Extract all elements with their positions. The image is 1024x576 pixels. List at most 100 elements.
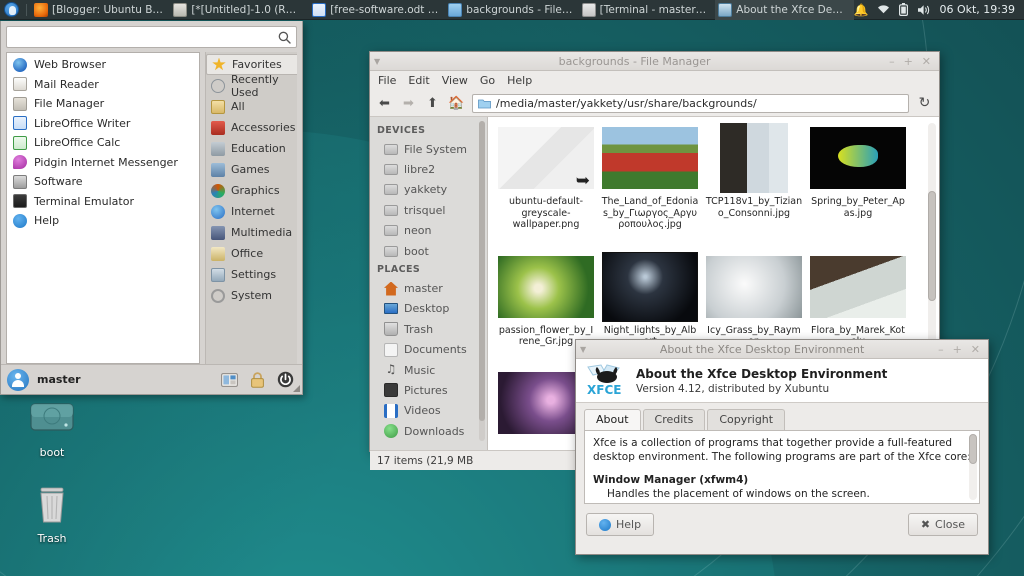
sidebar-device-libre2[interactable]: libre2 xyxy=(370,159,487,179)
minimize-button[interactable]: – xyxy=(889,55,895,68)
file-item[interactable]: TCP118v1_by_Tiziano_Consonni.jpg xyxy=(702,123,806,239)
sidebar-place-desktop[interactable]: Desktop xyxy=(370,299,487,319)
menu-category-recently-used[interactable]: Recently Used xyxy=(206,75,297,96)
task-button-file-manager[interactable]: backgrounds - File Manager xyxy=(445,0,578,20)
sidebar-place-master[interactable]: master xyxy=(370,278,487,298)
volume-icon[interactable] xyxy=(917,4,931,16)
maximize-button[interactable]: + xyxy=(953,343,962,356)
menu-category-accessories[interactable]: Accessories xyxy=(206,117,297,138)
firefox-icon xyxy=(34,3,48,17)
menu-app-web-browser[interactable]: Web Browser xyxy=(7,55,199,75)
menu-app-libreoffice-calc[interactable]: LibreOffice Calc xyxy=(7,133,199,153)
about-pane-scrollbar[interactable] xyxy=(969,434,977,500)
menu-app-help[interactable]: Help xyxy=(7,211,199,231)
help-button[interactable]: Help xyxy=(586,513,654,536)
sidebar-place-pictures[interactable]: Pictures xyxy=(370,380,487,400)
menu-category-graphics[interactable]: Graphics xyxy=(206,180,297,201)
help-icon xyxy=(13,214,27,228)
menu-category-office[interactable]: Office xyxy=(206,243,297,264)
menu-category-internet[interactable]: Internet xyxy=(206,201,297,222)
menu-app-file-manager[interactable]: File Manager xyxy=(7,94,199,114)
back-button[interactable]: ⬅ xyxy=(376,96,393,111)
sidebar-device-yakkety[interactable]: yakkety xyxy=(370,180,487,200)
wifi-icon[interactable] xyxy=(877,4,890,15)
file-manager-titlebar[interactable]: ▼ backgrounds - File Manager – + ✕ xyxy=(370,52,939,71)
home-button[interactable]: 🏠 xyxy=(448,96,465,111)
whisker-menu-button[interactable] xyxy=(0,0,22,20)
menu-category-label: Education xyxy=(231,142,286,155)
task-button-terminal[interactable]: [Terminal - master@maste... xyxy=(579,0,716,20)
menu-edit[interactable]: Edit xyxy=(408,74,429,87)
help-icon xyxy=(599,519,611,531)
sidebar-device-boot[interactable]: boot xyxy=(370,241,487,261)
sidebar-place-trash[interactable]: Trash xyxy=(370,319,487,339)
desktop-icon-trash[interactable]: Trash xyxy=(9,482,95,545)
desktop-icon-boot[interactable]: boot xyxy=(9,398,95,459)
tab-about[interactable]: About xyxy=(584,409,641,430)
sidebar-place-videos[interactable]: Videos xyxy=(370,401,487,421)
avatar[interactable] xyxy=(7,369,29,391)
switch-user-button[interactable] xyxy=(219,371,239,389)
file-thumbnail xyxy=(602,123,698,193)
forward-button[interactable]: ➡ xyxy=(400,96,417,111)
sidebar-item-label: yakkety xyxy=(404,183,447,196)
menu-view[interactable]: View xyxy=(442,74,468,87)
sidebar-device-file-system[interactable]: File System xyxy=(370,139,487,159)
menu-app-libreoffice-writer[interactable]: LibreOffice Writer xyxy=(7,114,199,134)
close-button[interactable]: ✖ Close xyxy=(908,513,978,536)
menu-category-settings[interactable]: Settings xyxy=(206,264,297,285)
close-button[interactable]: ✕ xyxy=(922,55,931,68)
menu-category-multimedia[interactable]: Multimedia xyxy=(206,222,297,243)
file-item[interactable]: The_Land_of_Edonias_by_Γιωργος_Αργυροπου… xyxy=(598,123,702,239)
minimize-button[interactable]: – xyxy=(938,343,944,356)
menu-category-label: Favorites xyxy=(232,58,282,71)
up-button[interactable]: ⬆ xyxy=(424,96,441,111)
panel-separator xyxy=(26,4,27,16)
tab-copyright[interactable]: Copyright xyxy=(707,409,785,430)
menu-app-software[interactable]: Software xyxy=(7,172,199,192)
menu-category-games[interactable]: Games xyxy=(206,159,297,180)
menu-go[interactable]: Go xyxy=(480,74,495,87)
battery-icon[interactable] xyxy=(899,3,908,16)
task-button-about-xfce[interactable]: About the Xfce Desktop En... xyxy=(715,0,853,20)
lock-screen-button[interactable] xyxy=(247,371,267,389)
sidebar-place-documents[interactable]: Documents xyxy=(370,340,487,360)
resize-grip[interactable] xyxy=(293,385,300,392)
menu-search-box[interactable] xyxy=(6,26,297,48)
task-label: [free-software.odt - LibreO... xyxy=(330,4,439,16)
about-text-pane[interactable]: Xfce is a collection of programs that to… xyxy=(584,430,980,504)
file-item[interactable]: Spring_by_Peter_Apas.jpg xyxy=(806,123,910,239)
task-button-firefox[interactable]: [Blogger: Ubuntu Buzz ! - E... xyxy=(31,0,170,20)
maximize-button[interactable]: + xyxy=(904,55,913,68)
about-dialog-titlebar[interactable]: ▼ About the Xfce Desktop Environment – +… xyxy=(576,340,988,359)
pidgin-icon xyxy=(13,155,27,169)
clock[interactable]: 06 Okt, 19:39 xyxy=(939,3,1024,16)
file-item[interactable]: ➥ ubuntu-default-greyscale-wallpaper.png xyxy=(494,123,598,239)
log-out-button[interactable] xyxy=(275,371,295,389)
sidebar-place-downloads[interactable]: Downloads xyxy=(370,421,487,441)
sidebar-scrollbar[interactable] xyxy=(479,121,485,441)
task-button-gimp[interactable]: [*[Untitled]-1.0 (RGB color ... xyxy=(170,0,309,20)
sidebar-device-neon[interactable]: neon xyxy=(370,221,487,241)
search-input[interactable] xyxy=(12,31,278,44)
menu-category-education[interactable]: Education xyxy=(206,138,297,159)
greyscale-wallpaper-thumb: ➥ xyxy=(498,127,594,189)
close-button[interactable]: ✕ xyxy=(971,343,980,356)
notification-bell-icon[interactable]: 🔔 xyxy=(854,4,869,16)
sidebar-place-music[interactable]: ♫ Music xyxy=(370,360,487,380)
menu-app-terminal[interactable]: Terminal Emulator xyxy=(7,192,199,212)
menu-search-row xyxy=(1,21,302,52)
menu-category-all[interactable]: All xyxy=(206,96,297,117)
task-button-libreoffice-writer[interactable]: [free-software.odt - LibreO... xyxy=(309,0,445,20)
menu-app-pidgin[interactable]: Pidgin Internet Messenger xyxy=(7,153,199,173)
menu-category-system[interactable]: System xyxy=(206,285,297,306)
reload-button[interactable]: ↻ xyxy=(916,95,933,111)
sidebar-item-label: File System xyxy=(404,143,467,156)
menu-help[interactable]: Help xyxy=(507,74,532,87)
sidebar-device-trisquel[interactable]: trisquel xyxy=(370,200,487,220)
tab-credits[interactable]: Credits xyxy=(643,409,706,430)
menu-file[interactable]: File xyxy=(378,74,396,87)
path-bar[interactable]: /media/master/yakkety/usr/share/backgrou… xyxy=(472,94,909,113)
task-label: [*[Untitled]-1.0 (RGB color ... xyxy=(191,4,303,16)
menu-app-mail-reader[interactable]: Mail Reader xyxy=(7,75,199,95)
